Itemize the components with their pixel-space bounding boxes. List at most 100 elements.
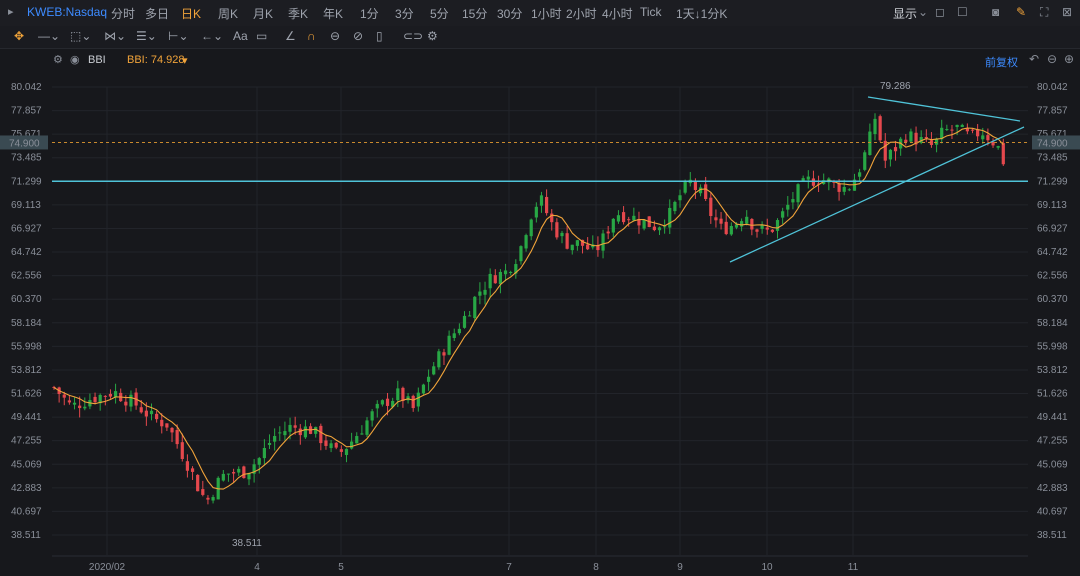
price-adjust-selector[interactable]: 前复权 (985, 54, 1018, 70)
eye-icon[interactable]: ◉ (70, 53, 80, 66)
y-tick-label-left: 53.812 (11, 365, 42, 376)
candle-body (673, 201, 677, 212)
link-icon[interactable]: ⊂⊃ (403, 29, 423, 43)
candle-body (714, 217, 718, 221)
x-tick-label: 7 (506, 562, 512, 573)
drawing-toolbar: ✥ —⌄ ⬚⌄ ⋈⌄ ☰⌄ ⊢⌄ ←⌄ Aa ▭ ∠ ∩ ⊖ ⊘ ▯ ⊂⊃ ⚙ (0, 26, 1080, 49)
candle-body (493, 275, 497, 284)
settings-gear-icon[interactable]: ⚙ (53, 53, 63, 66)
pencil-icon[interactable]: ✎ (1016, 5, 1026, 19)
y-tick-label-right: 51.626 (1037, 389, 1068, 400)
layout-square-icon[interactable]: ◻ (935, 5, 945, 19)
tab-timeframe-quarterly[interactable]: 季K (288, 5, 308, 22)
checkbox-square-icon[interactable]: ☐ (957, 5, 968, 19)
tab-timeframe-tick[interactable]: Tick (640, 5, 662, 19)
candle-body (283, 431, 287, 436)
note-icon[interactable]: ▭ (256, 29, 267, 43)
settings-icon[interactable]: ⚙ (427, 29, 438, 43)
candle-body (350, 441, 354, 449)
candle-body (108, 393, 113, 397)
collapse-chevron-icon[interactable]: ▸ (8, 5, 14, 18)
candle-body (534, 206, 538, 218)
candle-body (724, 221, 728, 235)
candle-body (893, 147, 898, 152)
undo-icon[interactable]: ↶ (1029, 52, 1039, 66)
x-tick-label: 11 (848, 562, 859, 573)
tab-timeframe-yearly[interactable]: 年K (323, 5, 343, 22)
candle-body (847, 189, 851, 191)
tab-timeframe-fenshi[interactable]: 分时 (111, 5, 135, 22)
candle-body (442, 352, 446, 356)
fullscreen-icon[interactable]: ⛶ (1040, 5, 1048, 20)
candle-body (683, 181, 687, 193)
candle-body (811, 178, 816, 186)
candle-body (858, 172, 862, 177)
candle-body (360, 433, 364, 435)
tab-timeframe-weekly[interactable]: 周K (218, 5, 238, 22)
tab-timeframe-2h[interactable]: 2小时 (566, 5, 597, 22)
candle-body (642, 219, 646, 229)
candle-body (370, 411, 374, 421)
camera-icon[interactable]: ◙ (992, 5, 999, 19)
tab-timeframe-1min[interactable]: 1分 (360, 5, 379, 22)
zoom-in-icon[interactable]: ⊕ (1064, 52, 1074, 66)
magnet-icon[interactable]: ∩ (307, 29, 316, 43)
tab-timeframe-4h[interactable]: 4小时 (602, 5, 633, 22)
indicator-name[interactable]: BBI (88, 54, 106, 66)
clock-icon[interactable]: ⊖ (330, 29, 340, 43)
candle-body (539, 195, 544, 206)
pattern-tool-icon[interactable]: ⋈⌄ (104, 29, 126, 43)
candle-body (775, 220, 780, 231)
tab-timeframe-custom[interactable]: 1天↓1分K (676, 5, 727, 22)
tab-timeframe-daily[interactable]: 日K (181, 5, 201, 22)
candle-body (950, 129, 954, 131)
candle-body (509, 271, 513, 273)
candle-body (144, 410, 148, 417)
text-tool-icon[interactable]: Aa (233, 29, 248, 43)
candle-body (396, 388, 400, 401)
y-tick-label-right: 38.511 (1037, 530, 1067, 541)
tab-timeframe-5min[interactable]: 5分 (430, 5, 449, 22)
channel-tool-icon[interactable]: ⊢⌄ (168, 29, 189, 43)
y-tick-label-left: 66.927 (11, 223, 42, 234)
symbol-selector[interactable]: KWEB:Nasdaq (27, 5, 107, 19)
hide-icon[interactable]: ⊘ (353, 29, 363, 43)
price-chart[interactable]: 80.04277.85775.67173.48571.29969.11366.9… (0, 70, 1080, 576)
crosshair-icon[interactable]: ✥ (14, 29, 24, 43)
arrow-tool-icon[interactable]: ←⌄ (201, 29, 223, 43)
chevron-down-icon[interactable]: ⌄ (918, 5, 928, 19)
candle-body (621, 212, 626, 223)
candle-body (334, 442, 338, 448)
display-menu[interactable]: 显示 (893, 5, 917, 22)
indicator-dropdown-icon[interactable]: ▾ (182, 54, 188, 67)
candle-body (380, 400, 385, 405)
candle-body (416, 392, 420, 407)
tab-timeframe-30min[interactable]: 30分 (497, 5, 522, 22)
close-icon[interactable]: ⊠ (1062, 5, 1072, 19)
candle-body (996, 146, 1000, 148)
candle-body (355, 436, 359, 444)
y-tick-label-left: 58.184 (11, 318, 42, 329)
tab-timeframe-15min[interactable]: 15分 (462, 5, 487, 22)
tab-timeframe-monthly[interactable]: 月K (253, 5, 273, 22)
trash-icon[interactable]: ▯ (376, 29, 383, 43)
rect-tool-icon[interactable]: ⬚⌄ (70, 29, 91, 43)
eraser-icon[interactable]: ∠ (285, 29, 296, 43)
y-tick-label-right: 71.299 (1037, 176, 1068, 187)
line-tool-icon[interactable]: —⌄ (38, 29, 60, 43)
candle-body (257, 458, 261, 465)
zoom-out-icon[interactable]: ⊖ (1047, 52, 1057, 66)
candle-body (750, 218, 754, 230)
y-axis-left: 80.04277.85775.67173.48571.29969.11366.9… (11, 82, 42, 541)
tab-timeframe-multiday[interactable]: 多日 (145, 5, 169, 22)
candle-body (303, 426, 308, 438)
tab-timeframe-1h[interactable]: 1小时 (531, 5, 562, 22)
y-tick-label-left: 60.370 (11, 294, 42, 305)
candle-body (226, 473, 231, 475)
tab-timeframe-3min[interactable]: 3分 (395, 5, 414, 22)
candle-body (734, 224, 739, 228)
y-tick-label-right: 42.883 (1037, 483, 1068, 494)
fib-tool-icon[interactable]: ☰⌄ (136, 29, 157, 43)
candle-body (960, 124, 964, 127)
candle-body (878, 116, 882, 141)
